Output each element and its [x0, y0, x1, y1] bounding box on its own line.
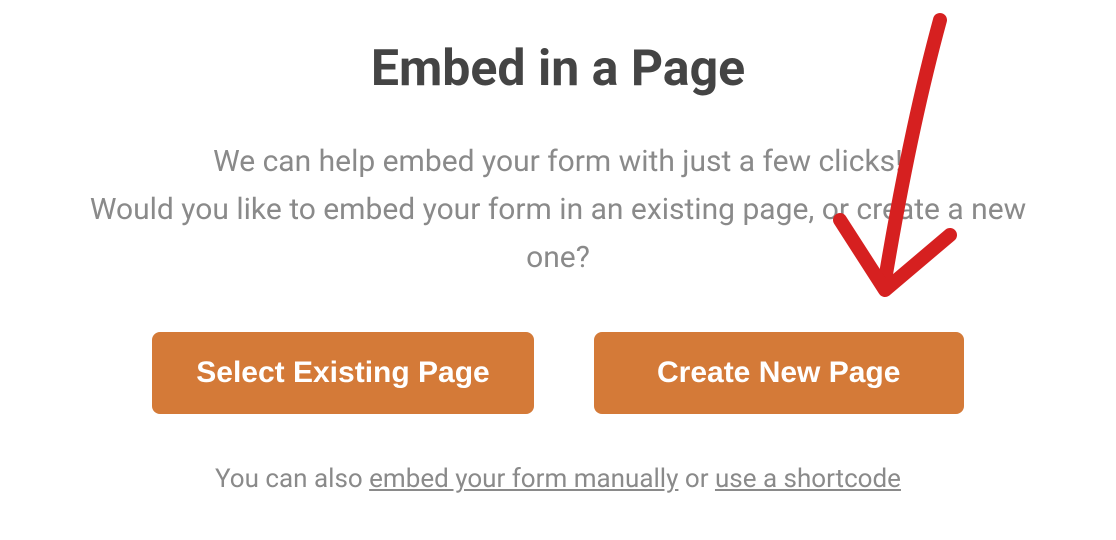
select-existing-page-button[interactable]: Select Existing Page [152, 332, 533, 414]
footer-middle: or [678, 464, 715, 494]
description-line-1: We can help embed your form with just a … [213, 144, 903, 179]
footer-text: You can also embed your form manually or… [215, 464, 901, 494]
create-new-page-button[interactable]: Create New Page [594, 332, 964, 414]
embed-manually-link[interactable]: embed your form manually [369, 464, 678, 494]
description-line-2: Would you like to embed your form in an … [90, 192, 1026, 275]
modal-description: We can help embed your form with just a … [68, 138, 1048, 282]
use-shortcode-link[interactable]: use a shortcode [715, 464, 901, 494]
footer-prefix: You can also [215, 464, 369, 494]
button-row: Select Existing Page Create New Page [152, 332, 963, 414]
modal-title: Embed in a Page [371, 40, 745, 98]
